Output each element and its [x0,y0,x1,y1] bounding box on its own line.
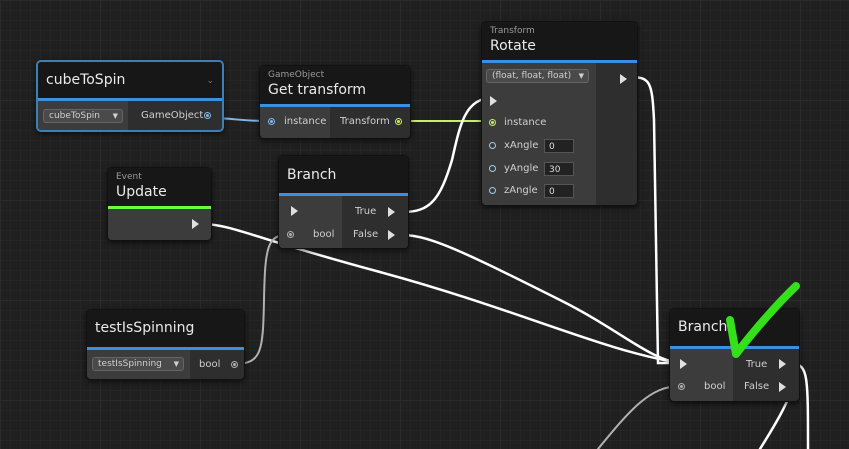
node-title: Update [116,184,167,200]
bool-input-port[interactable] [678,383,685,390]
x-angle-field[interactable]: 0 [544,139,574,153]
output-label: GameObject [141,110,204,121]
dropdown-value: cubeToSpin [49,111,101,121]
node-subtitle: Transform [490,26,535,36]
node-rotate[interactable]: Transform Rotate (float, float, float) ▼… [481,21,638,206]
y-angle-label: yAngle [504,163,539,174]
true-label: True [355,206,377,217]
x-angle-label: xAngle [504,140,539,151]
dropdown-value: testIsSpinning [98,359,162,369]
node-subtitle: GameObject [268,70,325,80]
node-title: testIsSpinning [95,320,195,336]
node-test-is-spinning[interactable]: testIsSpinning testIsSpinning ▼ bool [86,309,245,380]
node-title: Branch [287,167,337,183]
node-cube-to-spin[interactable]: cubeToSpin ⌄ cubeToSpin ▼ GameObject [36,60,224,132]
node-get-transform[interactable]: GameObject Get transform instance Transf… [259,65,411,139]
bool-input-port[interactable] [287,231,294,238]
exec-input-port[interactable] [680,359,687,369]
instance-input-port[interactable] [268,118,275,125]
exec-input-port[interactable] [490,96,497,106]
wire-branch-false-to-branch[interactable] [401,233,682,365]
node-update[interactable]: Event Update [107,167,212,241]
bool-output-port[interactable] [231,361,238,368]
variable-dropdown[interactable]: testIsSpinning ▼ [92,357,184,371]
false-label: False [744,381,770,392]
node-title: cubeToSpin [46,72,126,88]
variable-dropdown[interactable]: cubeToSpin ▼ [43,109,123,123]
bool-label: bool [704,381,726,392]
exec-input-port[interactable] [291,206,298,216]
instance-input-port[interactable] [489,119,496,126]
output-label: Transform [340,116,390,127]
checkmark-icon [726,282,800,358]
node-branch[interactable]: Branch bool True False [278,155,409,249]
gameobject-output-port[interactable] [204,112,211,119]
transform-output-port[interactable] [395,118,402,125]
dropdown-arrow-icon: ▼ [173,360,179,368]
wire-bool-offscreen[interactable] [597,385,681,449]
z-angle-label: zAngle [504,185,538,196]
true-output-port[interactable] [388,207,395,217]
z-angle-field[interactable]: 0 [544,184,574,198]
chevron-down-icon[interactable]: ⌄ [206,76,214,86]
input-label: instance [284,116,327,127]
false-output-port[interactable] [388,230,395,240]
false-output-port[interactable] [779,382,786,392]
y-angle-field[interactable]: 30 [544,162,574,176]
bool-label: bool [313,229,335,240]
overload-dropdown[interactable]: (float, float, float) ▼ [486,69,589,83]
false-label: False [353,229,379,240]
exec-output-port[interactable] [192,219,199,229]
dropdown-arrow-icon: ▼ [578,72,584,80]
x-angle-port[interactable] [489,142,496,149]
y-angle-port[interactable] [489,165,496,172]
node-subtitle: Event [116,172,142,182]
dropdown-arrow-icon: ▼ [112,112,118,120]
instance-label: instance [504,117,547,128]
wire-branch-true-to-rotate[interactable] [401,96,494,214]
node-title: Rotate [490,38,536,54]
dropdown-value: (float, float, float) [492,71,572,81]
exec-output-port[interactable] [620,74,627,84]
z-angle-port[interactable] [489,187,496,194]
node-title: Get transform [268,82,367,98]
output-label: bool [199,359,221,370]
